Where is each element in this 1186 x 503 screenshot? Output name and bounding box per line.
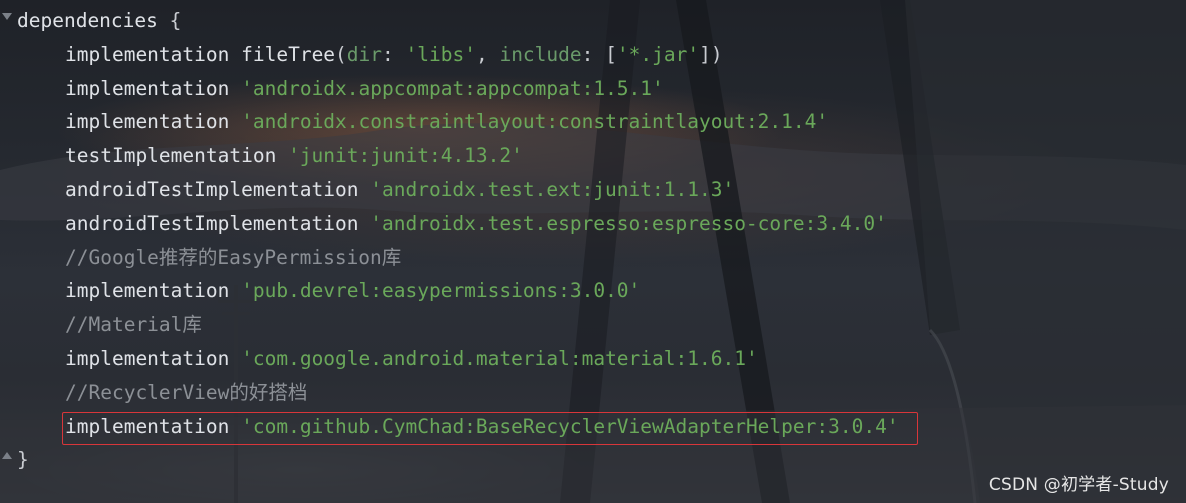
code-comment: //Google推荐的EasyPermission库 [65,245,402,269]
dependency-coordinate: 'androidx.constraintlayout:constraintlay… [241,110,829,134]
dependency-coordinate: 'junit:junit:4.13.2' [288,144,523,168]
dependency-method: implementation [65,76,230,100]
editor-gutter [0,0,12,503]
dependency-coordinate: 'androidx.appcompat:appcompat:1.5.1' [241,76,664,100]
code-line[interactable]: //RecyclerView的好搭档 [17,376,899,410]
function-name: fileTree [241,42,336,66]
open-brace: { [169,9,182,32]
bracket-close: ] [699,42,711,66]
named-arg-include: include [499,42,582,66]
code-line[interactable]: testImplementation 'junit:junit:4.13.2' [17,139,899,173]
code-content[interactable]: dependencies {implementation fileTree(di… [17,4,899,477]
colon: : [581,42,606,66]
block-keyword: dependencies [17,9,158,32]
dependency-method: implementation [65,110,230,134]
code-line[interactable]: implementation 'androidx.appcompat:appco… [17,72,899,106]
code-line[interactable]: androidTestImplementation 'androidx.test… [17,173,899,207]
dependency-coordinate: 'com.google.android.material:material:1.… [241,346,758,370]
code-editor[interactable]: dependencies {implementation fileTree(di… [0,0,1186,503]
dependency-method: androidTestImplementation [65,177,359,201]
code-line[interactable]: } [17,443,899,477]
separator: , [475,42,500,66]
dependency-method: implementation [65,279,230,303]
named-arg-dir: dir [346,42,383,66]
dependency-method: implementation [65,42,230,66]
dependency-coordinate: 'androidx.test.ext:junit:1.1.3' [370,177,735,201]
watermark: CSDN @初学者-Study [988,475,1169,495]
paren-open: ( [335,42,347,66]
code-comment: //Material库 [65,313,202,337]
dependency-coordinate: 'pub.devrel:easypermissions:3.0.0' [241,279,641,303]
code-line[interactable]: androidTestImplementation 'androidx.test… [17,207,899,241]
close-brace: } [17,448,29,472]
code-line[interactable]: implementation 'com.google.android.mater… [17,342,899,376]
code-line[interactable]: implementation 'pub.devrel:easypermissio… [17,274,899,308]
bracket-open: [ [605,42,617,66]
code-line[interactable]: implementation fileTree(dir: 'libs', inc… [17,38,899,72]
dependency-method: testImplementation [65,144,277,168]
dependency-coordinate: 'androidx.test.espresso:espresso-core:3.… [370,211,887,235]
arg-value-include: '*.jar' [616,42,700,66]
fold-end-icon[interactable] [2,452,12,459]
code-line[interactable]: implementation 'androidx.constraintlayou… [17,105,899,139]
highlight-annotation-box [62,412,918,445]
dependency-method: implementation [65,346,230,370]
code-line[interactable]: //Material库 [17,308,899,342]
code-line[interactable]: //Google推荐的EasyPermission库 [17,241,899,275]
dependency-method: androidTestImplementation [65,211,359,235]
code-line[interactable]: dependencies { [17,4,899,38]
arg-value-dir: 'libs' [405,42,476,66]
fold-collapse-icon[interactable] [2,13,12,20]
paren-close: ) [710,42,723,66]
colon: : [382,42,406,66]
code-comment: //RecyclerView的好搭档 [65,380,308,404]
